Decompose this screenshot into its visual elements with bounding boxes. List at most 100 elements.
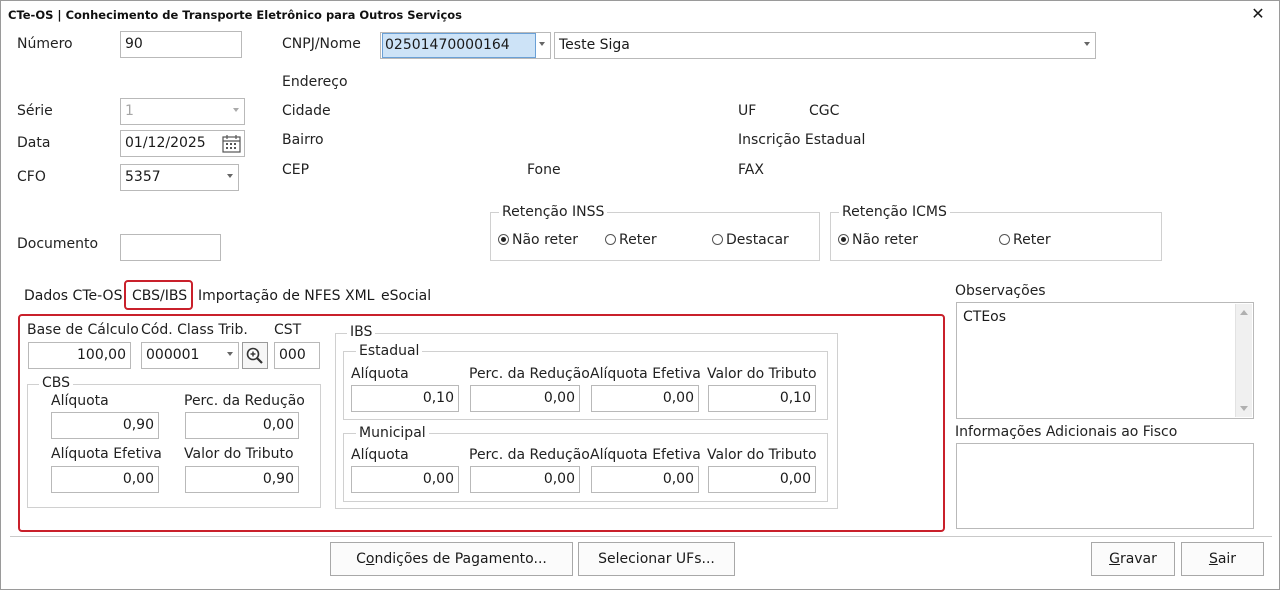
button-text: air bbox=[1217, 551, 1237, 567]
inscricao-estadual-label: Inscrição Estadual bbox=[738, 132, 866, 148]
municipal-valor-tributo-input[interactable]: 0,00 bbox=[708, 466, 816, 493]
estadual-valor-tributo-label: Valor do Tributo bbox=[707, 366, 817, 382]
cfo-value: 5357 bbox=[125, 169, 161, 185]
cbs-aliquota-label: Alíquota bbox=[51, 393, 109, 409]
ibs-title: IBS bbox=[347, 324, 376, 340]
nome-select[interactable]: Teste Siga bbox=[554, 32, 1096, 59]
retencao-icms-title: Retenção ICMS bbox=[839, 204, 950, 220]
ibs-municipal-title: Municipal bbox=[356, 425, 429, 441]
inss-radio-destacar[interactable]: Destacar bbox=[712, 232, 789, 248]
serie-label: Série bbox=[17, 103, 53, 119]
fone-label: Fone bbox=[527, 162, 561, 178]
inss-radio-nao-reter[interactable]: Não reter bbox=[498, 232, 578, 248]
cgc-label: CGC bbox=[809, 103, 840, 119]
cod-class-trib-value: 000001 bbox=[146, 347, 200, 363]
data-input[interactable]: 01/12/2025 bbox=[120, 130, 245, 157]
base-calculo-label: Base de Cálculo bbox=[27, 322, 139, 338]
cbs-aliquota-efetiva-input[interactable]: 0,00 bbox=[51, 466, 159, 493]
municipal-aliquota-efetiva-label: Alíquota Efetiva bbox=[590, 447, 701, 463]
cbs-aliquota-input[interactable]: 0,90 bbox=[51, 412, 159, 439]
cst-label: CST bbox=[274, 322, 302, 338]
radio-label: Reter bbox=[1013, 232, 1051, 248]
estadual-perc-reducao-label: Perc. da Redução bbox=[469, 366, 590, 382]
serie-select[interactable]: 1 bbox=[120, 98, 245, 125]
cbs-title: CBS bbox=[39, 375, 74, 391]
municipal-aliquota-efetiva-input[interactable]: 0,00 bbox=[591, 466, 699, 493]
inss-radio-reter[interactable]: Reter bbox=[605, 232, 657, 248]
radio-label: Destacar bbox=[726, 232, 789, 248]
footer-divider bbox=[10, 536, 1272, 537]
estadual-perc-reducao-input[interactable]: 0,00 bbox=[470, 385, 580, 412]
button-text: ndições de Pagamento... bbox=[374, 551, 547, 567]
window-title: CTe-OS | Conhecimento de Transporte Elet… bbox=[8, 8, 463, 22]
vertical-scrollbar[interactable] bbox=[1235, 304, 1252, 417]
cfo-label: CFO bbox=[17, 169, 46, 185]
info-fisco-textarea[interactable] bbox=[956, 443, 1254, 529]
search-button[interactable] bbox=[242, 342, 268, 369]
sair-button[interactable]: Sair bbox=[1181, 542, 1264, 576]
chevron-down-icon bbox=[539, 42, 545, 46]
radio-icon bbox=[605, 234, 616, 245]
base-calculo-input[interactable]: 100,00 bbox=[28, 342, 131, 369]
scroll-up-icon[interactable] bbox=[1240, 310, 1248, 315]
municipal-perc-reducao-input[interactable]: 0,00 bbox=[470, 466, 580, 493]
info-fisco-label: Informações Adicionais ao Fisco bbox=[955, 424, 1178, 440]
documento-input[interactable] bbox=[120, 234, 221, 261]
cbs-valor-tributo-input[interactable]: 0,90 bbox=[185, 466, 299, 493]
endereco-label: Endereço bbox=[282, 74, 348, 90]
municipal-perc-reducao-label: Perc. da Redução bbox=[469, 447, 590, 463]
icms-radio-reter[interactable]: Reter bbox=[999, 232, 1051, 248]
radio-selected-icon bbox=[838, 234, 849, 245]
estadual-aliquota-efetiva-input[interactable]: 0,00 bbox=[591, 385, 699, 412]
observacoes-textarea[interactable]: CTEos bbox=[956, 302, 1254, 419]
estadual-aliquota-efetiva-label: Alíquota Efetiva bbox=[590, 366, 701, 382]
numero-input[interactable]: 90 bbox=[120, 31, 242, 58]
estadual-aliquota-input[interactable]: 0,10 bbox=[351, 385, 459, 412]
observacoes-label: Observações bbox=[955, 283, 1046, 299]
cfo-select[interactable]: 5357 bbox=[120, 164, 239, 191]
cod-class-trib-select[interactable]: 000001 bbox=[141, 342, 239, 369]
data-value: 01/12/2025 bbox=[125, 135, 206, 151]
cnpj-select[interactable]: 02501470000164 bbox=[380, 32, 551, 59]
cep-label: CEP bbox=[282, 162, 310, 178]
bairro-label: Bairro bbox=[282, 132, 324, 148]
chevron-down-icon bbox=[227, 174, 233, 178]
tab-dados-cte-os[interactable]: Dados CTe-OS bbox=[24, 288, 122, 304]
estadual-valor-tributo-input[interactable]: 0,10 bbox=[708, 385, 816, 412]
serie-value: 1 bbox=[125, 103, 134, 119]
municipal-aliquota-input[interactable]: 0,00 bbox=[351, 466, 459, 493]
radio-label: Não reter bbox=[512, 232, 578, 248]
ibs-estadual-title: Estadual bbox=[356, 343, 423, 359]
chevron-down-icon bbox=[227, 352, 233, 356]
cod-class-trib-label: Cód. Class Trib. bbox=[141, 322, 248, 338]
data-label: Data bbox=[17, 135, 51, 151]
button-text: C bbox=[356, 551, 366, 567]
button-text: ravar bbox=[1119, 551, 1157, 567]
radio-icon bbox=[712, 234, 723, 245]
cbs-aliquota-efetiva-label: Alíquota Efetiva bbox=[51, 446, 162, 462]
condicoes-pagamento-button[interactable]: Condições de Pagamento... bbox=[330, 542, 573, 576]
uf-label: UF bbox=[738, 103, 757, 119]
tab-cbs-ibs[interactable]: CBS/IBS bbox=[132, 288, 187, 304]
numero-label: Número bbox=[17, 36, 73, 52]
cidade-label: Cidade bbox=[282, 103, 331, 119]
close-icon[interactable]: ✕ bbox=[1250, 4, 1266, 24]
retencao-inss-title: Retenção INSS bbox=[499, 204, 608, 220]
cnpj-value: 02501470000164 bbox=[382, 33, 536, 58]
cst-input[interactable]: 000 bbox=[274, 342, 320, 369]
selecionar-ufs-button[interactable]: Selecionar UFs... bbox=[578, 542, 735, 576]
radio-icon bbox=[999, 234, 1010, 245]
gravar-button[interactable]: Gravar bbox=[1091, 542, 1175, 576]
scroll-down-icon[interactable] bbox=[1240, 406, 1248, 411]
cbs-perc-reducao-label: Perc. da Redução bbox=[184, 393, 305, 409]
calendar-icon[interactable] bbox=[222, 134, 241, 153]
magnifier-plus-icon bbox=[246, 347, 263, 364]
municipal-aliquota-label: Alíquota bbox=[351, 447, 409, 463]
icms-radio-nao-reter[interactable]: Não reter bbox=[838, 232, 918, 248]
nome-value: Teste Siga bbox=[559, 37, 630, 53]
cbs-valor-tributo-label: Valor do Tributo bbox=[184, 446, 294, 462]
tab-importacao-nfes-xml[interactable]: Importação de NFES XML bbox=[198, 288, 374, 304]
cbs-perc-reducao-input[interactable]: 0,00 bbox=[185, 412, 299, 439]
documento-label: Documento bbox=[17, 236, 99, 252]
tab-esocial[interactable]: eSocial bbox=[381, 288, 431, 304]
